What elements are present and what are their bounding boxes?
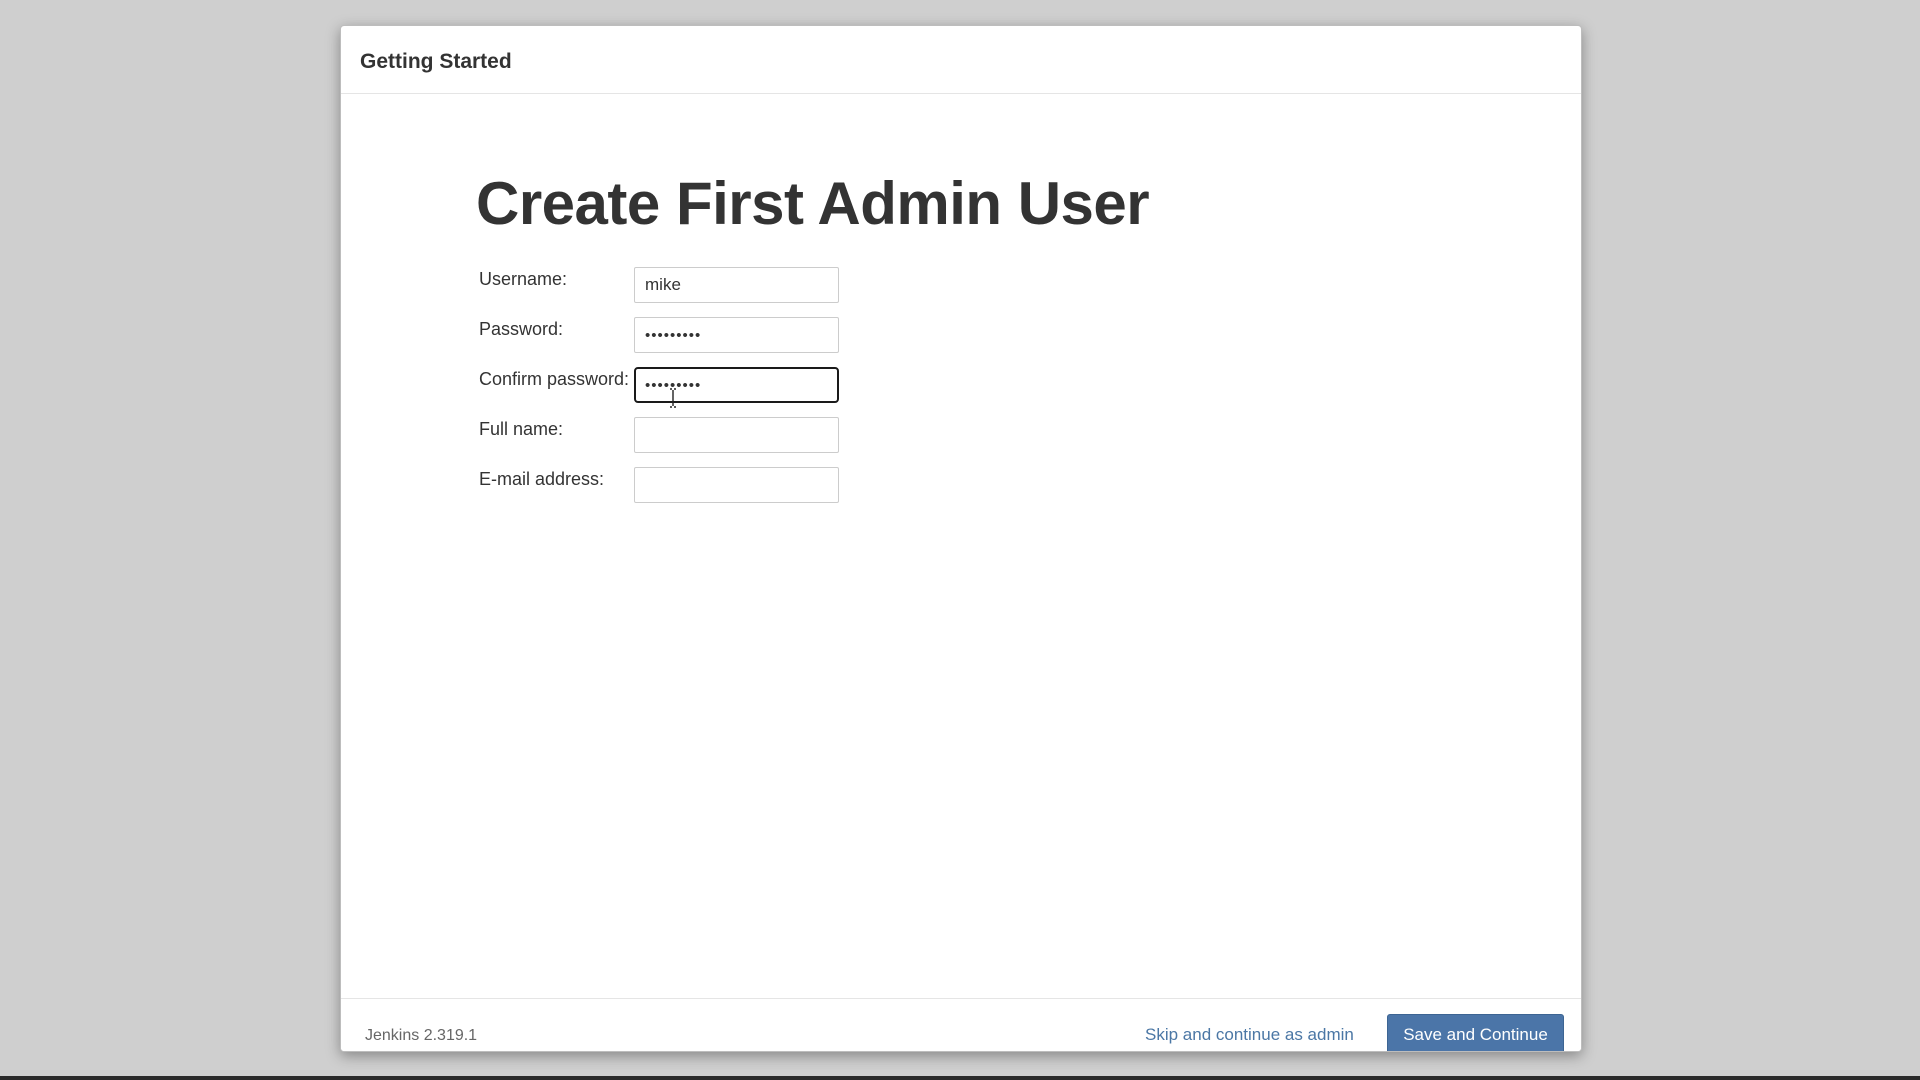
save-and-continue-button[interactable]: Save and Continue <box>1387 1014 1564 1051</box>
confirm-password-field[interactable] <box>634 367 839 403</box>
dialog-body: Create First Admin User Username: Passwo… <box>341 94 1581 998</box>
email-row: E-mail address: <box>479 467 1079 505</box>
dialog-header: Getting Started <box>341 26 1581 94</box>
password-row: Password: <box>479 317 1079 355</box>
password-field[interactable] <box>634 317 839 353</box>
page-heading: Create First Admin User <box>476 170 1150 237</box>
confirm-password-label: Confirm password: <box>479 369 630 389</box>
confirm-password-row: Confirm password: <box>479 367 1079 405</box>
screen-bottom-edge <box>0 1076 1920 1080</box>
full-name-row: Full name: <box>479 417 1079 455</box>
email-field[interactable] <box>634 467 839 503</box>
skip-continue-admin-link[interactable]: Skip and continue as admin <box>1145 1025 1354 1045</box>
username-field[interactable] <box>634 267 839 303</box>
setup-wizard-dialog: Getting Started Create First Admin User … <box>340 25 1582 1052</box>
username-label: Username: <box>479 269 568 289</box>
dialog-title: Getting Started <box>360 50 512 73</box>
full-name-label: Full name: <box>479 419 564 439</box>
username-row: Username: <box>479 267 1079 305</box>
email-label: E-mail address: <box>479 469 605 489</box>
dialog-footer: Jenkins 2.319.1 Skip and continue as adm… <box>341 998 1581 1051</box>
version-label: Jenkins 2.319.1 <box>365 1027 478 1044</box>
full-name-field[interactable] <box>634 417 839 453</box>
password-label: Password: <box>479 319 564 339</box>
text-cursor-icon <box>670 388 676 408</box>
